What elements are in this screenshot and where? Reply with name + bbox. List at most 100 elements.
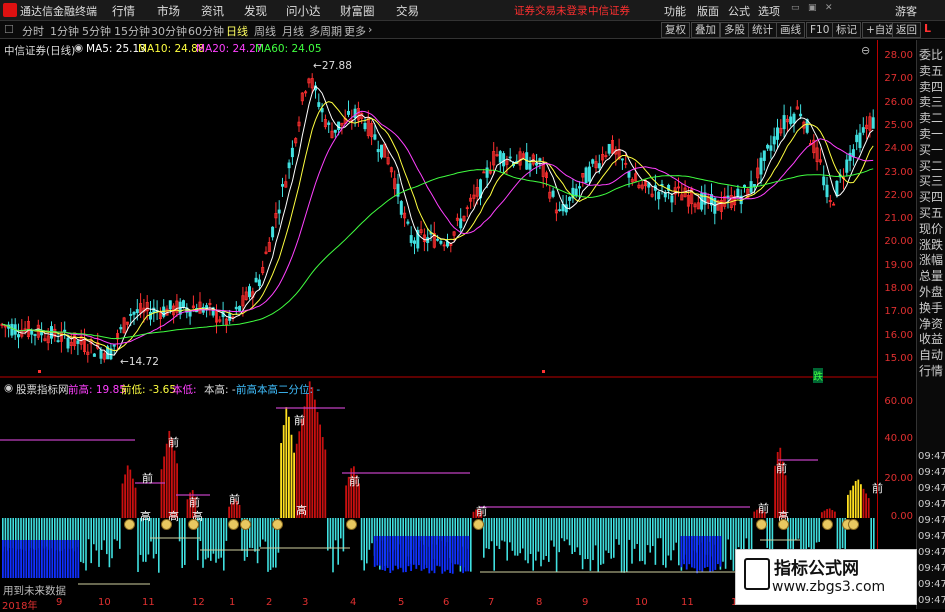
guest-label[interactable]: 游客 <box>895 3 917 19</box>
indicator-negative-bar <box>155 518 157 554</box>
indicator-blue-bar <box>415 536 418 569</box>
indicator-negative-bar <box>509 518 511 543</box>
candle-body <box>92 353 96 357</box>
back-button[interactable]: 返回 <box>892 22 921 38</box>
indicator-negative-bar <box>210 518 212 561</box>
indicator-negative-bar <box>262 518 264 540</box>
close-icon[interactable]: ✕ <box>825 3 833 13</box>
chevron-right-icon[interactable]: › <box>368 23 372 36</box>
indicator-negative-bar <box>641 518 644 561</box>
date-tick: 10 <box>98 597 111 608</box>
menu-item-formula[interactable]: 公式 <box>728 3 750 19</box>
indicator-positive-bar <box>285 407 288 518</box>
mark-button[interactable]: 标记 <box>832 22 861 38</box>
menu-item-market[interactable]: 市场 <box>157 3 180 19</box>
multi-stock-button[interactable]: 多股 <box>720 22 749 38</box>
indicator-tick: 0.00 <box>890 511 913 522</box>
signal-coin-icon <box>346 519 357 530</box>
menu-item-assistant[interactable]: 问小达 <box>286 3 321 19</box>
indicator-blue-bar <box>454 536 457 565</box>
indicator-blue-bar <box>54 540 56 578</box>
stats-button[interactable]: 统计 <box>748 22 777 38</box>
candle-body <box>99 349 103 359</box>
low-price-value: 14.72 <box>128 356 159 368</box>
indicator-negative-bar <box>181 518 183 568</box>
price-chart[interactable] <box>0 40 877 378</box>
indicator-negative-bar <box>215 518 217 563</box>
indicator-positive-bar <box>345 485 347 518</box>
draw-line-button[interactable]: 画线 <box>776 22 805 38</box>
indicator-positive-bar <box>321 437 324 518</box>
tab-15min[interactable]: 15分钟 <box>114 23 150 39</box>
adjust-button[interactable]: 复权 <box>661 22 690 38</box>
indicator-negative-bar <box>342 518 345 552</box>
menu-item-layout[interactable]: 版面 <box>697 3 719 19</box>
candle-body <box>234 306 238 310</box>
indicator-positive-bar <box>834 511 836 518</box>
toolbar-toggle-icon[interactable]: ☐ <box>4 23 14 36</box>
quote-field-label: 卖二 <box>919 111 944 126</box>
prev-high-mark: 前 <box>776 462 787 475</box>
indicator-blue-bar <box>423 536 425 570</box>
indicator-negative-bar <box>366 518 368 564</box>
indicator-blue-bar <box>46 540 48 578</box>
indicator-negative-bar <box>493 518 495 571</box>
f10-button[interactable]: F10 <box>806 22 834 38</box>
candle-body <box>406 221 410 224</box>
tab-intraday[interactable]: 分时 <box>22 23 44 39</box>
tab-multi-period[interactable]: 多周期 <box>309 23 342 39</box>
indicator-positive-bar <box>308 381 311 518</box>
tab-more[interactable]: 更多 <box>344 23 366 39</box>
candlestick-series <box>0 73 875 365</box>
indicator-blue-bar <box>43 540 46 578</box>
indicator-blue-bar <box>428 536 431 574</box>
tab-5min[interactable]: 5分钟 <box>82 23 111 39</box>
tab-weekly[interactable]: 周线 <box>254 23 276 39</box>
zoom-out-icon[interactable]: ⊖ <box>861 44 870 57</box>
settings-circle-icon[interactable]: ◉ <box>74 42 83 54</box>
minimize-icon[interactable]: ▭ <box>791 3 800 13</box>
date-tick: 2018年 <box>2 601 38 612</box>
menu-item-wealth[interactable]: 财富圈 <box>340 3 375 19</box>
indicator-blue-bar <box>436 536 438 566</box>
tab-1min[interactable]: 1分钟 <box>50 23 79 39</box>
tab-30min[interactable]: 30分钟 <box>151 23 187 39</box>
indicator-negative-bar <box>506 518 508 561</box>
tab-daily[interactable]: 日线 <box>226 23 248 39</box>
login-status[interactable]: 证券交易未登录 <box>514 3 588 18</box>
prev-high-mark: 前 <box>229 493 240 506</box>
candle-body <box>436 238 440 241</box>
indicator-positive-bar <box>311 387 314 518</box>
quote-field-label: 总量 <box>919 269 944 284</box>
tab-monthly[interactable]: 月线 <box>282 23 304 39</box>
indicator-blue-bar <box>441 536 444 574</box>
high-mark: 高 <box>140 510 151 523</box>
overlay-button[interactable]: 叠加 <box>691 22 720 38</box>
indicator-negative-bar <box>485 518 488 549</box>
price-tick: 16.00 <box>884 329 913 341</box>
candle-body <box>855 134 859 143</box>
indicator-negative-bar <box>550 518 553 541</box>
tick-time: 09:47 <box>918 595 945 606</box>
indicator-blue-bar <box>381 536 384 570</box>
menu-item-news[interactable]: 资讯 <box>201 3 224 19</box>
menu-item-quotes[interactable]: 行情 <box>112 3 135 19</box>
menu-item-trade[interactable]: 交易 <box>396 3 419 19</box>
candle-body <box>346 110 350 115</box>
quote-field-label: 换手 <box>919 300 944 315</box>
quote-side-panel: L 委比 卖五 卖四 卖三 卖二 卖一 买一 买二 买三 买四 买五 现价 涨跌 涨幅 总量 外盘 换手 净资 收益… <box>916 22 945 609</box>
tab-60min[interactable]: 60分钟 <box>188 23 224 39</box>
candle-body <box>277 209 281 214</box>
menu-item-options[interactable]: 选项 <box>758 3 780 19</box>
indicator-settings-icon[interactable]: ◉ <box>4 382 13 394</box>
indicator-blue-bar <box>41 540 43 578</box>
maximize-icon[interactable]: ▣ <box>808 3 817 13</box>
candle-body <box>772 136 776 145</box>
candle-body <box>591 159 595 164</box>
indicator-negative-bar <box>662 518 664 566</box>
indicator-positive-bar <box>163 456 165 518</box>
menu-item-discover[interactable]: 发现 <box>244 3 267 19</box>
indicator-negative-bar <box>113 518 116 540</box>
menu-item-function[interactable]: 功能 <box>664 3 686 19</box>
indicator-blue-bar <box>38 540 41 578</box>
